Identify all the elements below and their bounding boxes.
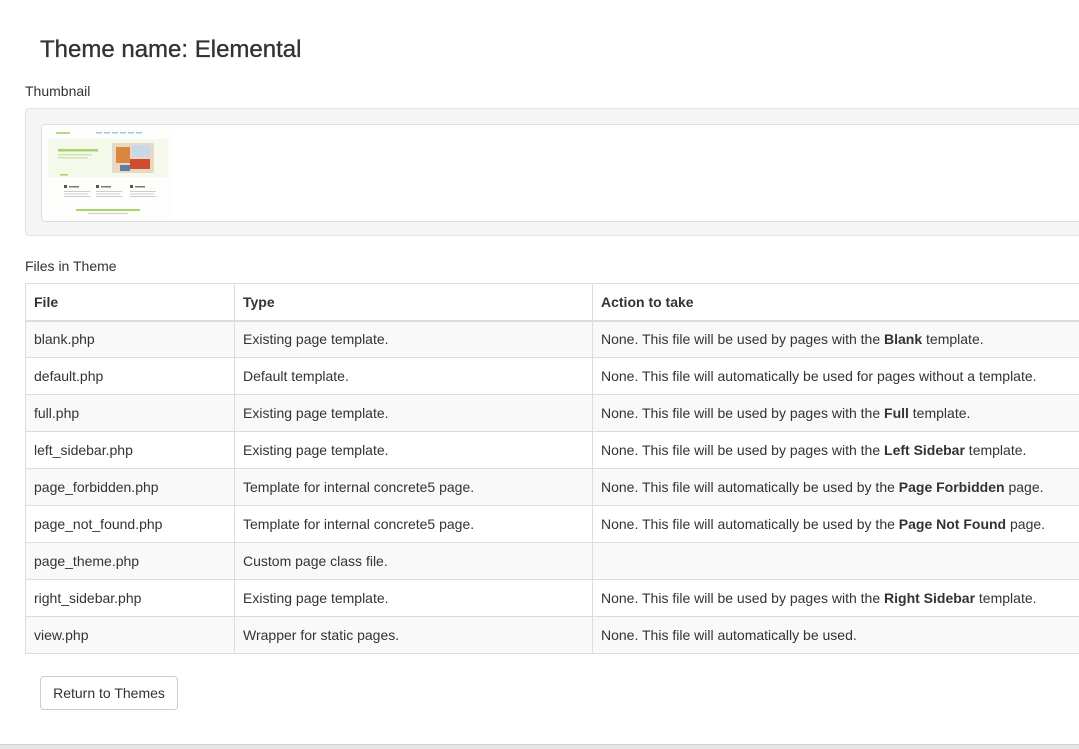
- action-text: None. This file will be used by pages wi…: [601, 405, 885, 421]
- action-text-suffix: page.: [1006, 516, 1046, 532]
- thumbnail-frame: [41, 124, 1079, 222]
- type-cell: Existing page template.: [234, 431, 593, 469]
- template-name: Blank: [884, 331, 923, 348]
- table-row: right_sidebar.php Existing page template…: [25, 579, 1079, 617]
- action-text: None. This file will automatically be us…: [601, 368, 1037, 384]
- page-title: Theme name: Elemental: [40, 36, 302, 63]
- files-in-theme-label: Files in Theme: [25, 258, 117, 274]
- action-text-suffix: template.: [964, 442, 1027, 458]
- file-cell: default.php: [25, 357, 235, 395]
- action-cell: None. This file will be used by pages wi…: [592, 431, 1079, 469]
- type-cell: Custom page class file.: [234, 542, 593, 580]
- action-text-suffix: template.: [975, 590, 1037, 606]
- thumbnail-well: [25, 108, 1079, 236]
- table-row: page_forbidden.php Template for internal…: [25, 468, 1079, 506]
- action-cell: None. This file will automatically be us…: [592, 616, 1079, 654]
- action-cell: [592, 542, 1079, 580]
- action-text-suffix: template.: [922, 331, 984, 348]
- theme-thumbnail-image: [46, 129, 170, 219]
- return-to-themes-button[interactable]: Return to Themes: [40, 676, 178, 710]
- action-text-suffix: template.: [908, 405, 971, 421]
- action-text: None. This file will be used by pages wi…: [601, 331, 885, 348]
- thumbnail-label: Thumbnail: [25, 83, 91, 99]
- action-text: None. This file will automatically be us…: [601, 627, 857, 643]
- type-cell: Wrapper for static pages.: [234, 616, 593, 654]
- type-cell: Existing page template.: [234, 320, 593, 358]
- column-header-file: File: [25, 283, 235, 322]
- table-row: page_not_found.php Template for internal…: [25, 505, 1079, 543]
- table-header-row: File Type Action to take: [25, 283, 1079, 322]
- file-cell: page_not_found.php: [25, 505, 235, 543]
- window-bottom-edge: [0, 744, 1079, 749]
- type-cell: Existing page template.: [234, 394, 593, 432]
- type-cell: Default template.: [234, 357, 593, 395]
- column-header-action: Action to take: [592, 283, 1079, 322]
- table-row: blank.php Existing page template. None. …: [25, 320, 1079, 358]
- action-cell: None. This file will be used by pages wi…: [592, 394, 1079, 432]
- action-cell: None. This file will automatically be us…: [592, 357, 1079, 395]
- action-text: None. This file will automatically be us…: [601, 479, 899, 495]
- template-name: Page Forbidden: [898, 479, 1005, 495]
- table-row: full.php Existing page template. None. T…: [25, 394, 1079, 432]
- action-text: None. This file will automatically be us…: [601, 516, 899, 532]
- action-cell: None. This file will automatically be us…: [592, 468, 1079, 506]
- files-table: File Type Action to take blank.php Exist…: [25, 283, 1079, 654]
- template-name: Right Sidebar: [884, 590, 976, 606]
- file-cell: left_sidebar.php: [25, 431, 235, 469]
- type-cell: Template for internal concrete5 page.: [234, 468, 593, 506]
- template-name: Page Not Found: [898, 516, 1007, 532]
- table-row: left_sidebar.php Existing page template.…: [25, 431, 1079, 469]
- file-cell: page_theme.php: [25, 542, 235, 580]
- action-cell: None. This file will be used by pages wi…: [592, 579, 1079, 617]
- action-text: None. This file will be used by pages wi…: [601, 590, 885, 606]
- file-cell: full.php: [25, 394, 235, 432]
- action-text-suffix: page.: [1004, 479, 1044, 495]
- table-row: page_theme.php Custom page class file.: [25, 542, 1079, 580]
- type-cell: Existing page template.: [234, 579, 593, 617]
- file-cell: view.php: [25, 616, 235, 654]
- table-row: view.php Wrapper for static pages. None.…: [25, 616, 1079, 654]
- table-row: default.php Default template. None. This…: [25, 357, 1079, 395]
- column-header-type: Type: [234, 283, 593, 322]
- file-cell: blank.php: [25, 320, 235, 358]
- file-cell: right_sidebar.php: [25, 579, 235, 617]
- type-cell: Template for internal concrete5 page.: [234, 505, 593, 543]
- template-name: Left Sidebar: [884, 442, 965, 458]
- action-cell: None. This file will automatically be us…: [592, 505, 1079, 543]
- file-cell: page_forbidden.php: [25, 468, 235, 506]
- action-cell: None. This file will be used by pages wi…: [592, 320, 1079, 358]
- template-name: Full: [884, 405, 909, 421]
- action-text: None. This file will be used by pages wi…: [601, 442, 885, 458]
